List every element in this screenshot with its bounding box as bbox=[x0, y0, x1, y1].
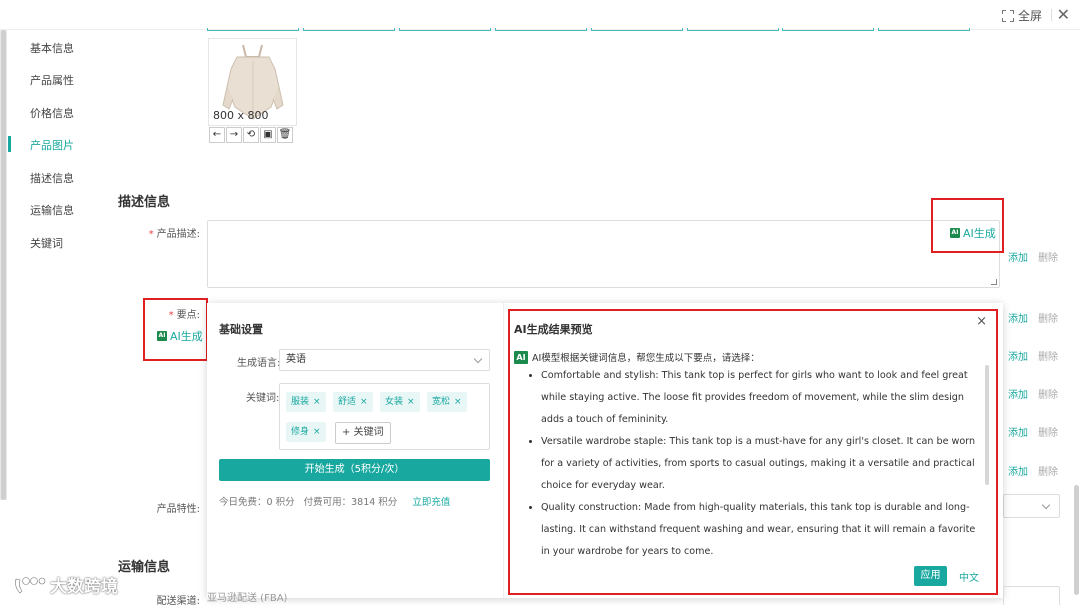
credits-info: 今日免费：0 积分 付费可用：3814 积分 立即充值 bbox=[219, 497, 451, 508]
keywords-label: 关键词: bbox=[246, 393, 280, 404]
row-actions: 添加 删除 bbox=[1008, 424, 1058, 439]
product-desc-label: * 产品描述: bbox=[148, 229, 200, 240]
image-size-label: 800 x 800 bbox=[213, 109, 269, 122]
keyword-tag[interactable]: 舒适 × bbox=[333, 392, 373, 412]
shipping-channel-label: 配送渠道: bbox=[156, 596, 200, 605]
arrow-right-icon[interactable]: → bbox=[226, 127, 242, 143]
add-link[interactable]: 添加 bbox=[1008, 348, 1028, 363]
add-keyword-button[interactable]: + 关键词 bbox=[335, 422, 391, 444]
trash-icon[interactable]: 🗑 bbox=[277, 127, 293, 143]
fullscreen-button[interactable]: 全屏 bbox=[1001, 7, 1042, 24]
shipping-select[interactable] bbox=[1003, 586, 1060, 605]
left-scrollbar-thumb[interactable] bbox=[1, 30, 6, 500]
close-icon[interactable]: ✕ bbox=[1057, 5, 1070, 24]
row-actions: 添加 删除 bbox=[1008, 386, 1058, 401]
tag-close-icon[interactable]: × bbox=[313, 397, 321, 407]
tag-close-icon[interactable]: × bbox=[407, 397, 415, 407]
highlight-box bbox=[931, 198, 1004, 253]
recharge-link[interactable]: 立即充值 bbox=[412, 497, 450, 508]
sidebar-item-description[interactable]: 描述信息 bbox=[30, 170, 74, 186]
add-link[interactable]: 添加 bbox=[1008, 310, 1028, 325]
delete-link[interactable]: 删除 bbox=[1038, 463, 1058, 478]
add-link[interactable]: 添加 bbox=[1008, 424, 1028, 439]
delete-link[interactable]: 删除 bbox=[1038, 386, 1058, 401]
resize-handle-icon[interactable] bbox=[991, 279, 997, 285]
keyword-tag[interactable]: 服装 × bbox=[286, 392, 326, 412]
language-label: 生成语言: bbox=[237, 358, 281, 369]
sidebar-active-indicator bbox=[8, 136, 11, 152]
sidebar-item-product-images[interactable]: 产品图片 bbox=[30, 137, 74, 153]
tag-close-icon[interactable]: × bbox=[313, 427, 321, 437]
add-link[interactable]: 添加 bbox=[1008, 463, 1028, 478]
image-icon[interactable]: ▣ bbox=[260, 127, 276, 143]
row-actions: 添加 删除 bbox=[1008, 310, 1058, 325]
language-select[interactable]: 英语 bbox=[279, 349, 490, 371]
fullscreen-label: 全屏 bbox=[1017, 9, 1042, 23]
shipping-channel-value[interactable]: 亚马逊配送 (FBA) bbox=[207, 586, 307, 605]
keyword-tag[interactable]: 女装 × bbox=[380, 392, 420, 412]
right-scrollbar-thumb[interactable] bbox=[1074, 485, 1079, 595]
watermark-logo-icon bbox=[15, 576, 46, 593]
product-feature-select[interactable] bbox=[1003, 494, 1060, 518]
keyword-tag[interactable]: 宽松 × bbox=[427, 392, 467, 412]
basic-settings-title: 基础设置 bbox=[219, 323, 263, 336]
highlight-box bbox=[508, 309, 998, 595]
delete-link[interactable]: 删除 bbox=[1038, 249, 1058, 264]
highlight-box bbox=[143, 298, 208, 361]
sidebar-item-keywords[interactable]: 关键词 bbox=[30, 235, 63, 251]
watermark: 大数跨境 bbox=[12, 572, 118, 597]
delete-link[interactable]: 删除 bbox=[1038, 348, 1058, 363]
top-bar: 全屏 ✕ bbox=[0, 0, 1080, 30]
delete-link[interactable]: 删除 bbox=[1038, 310, 1058, 325]
tag-close-icon[interactable]: × bbox=[454, 397, 462, 407]
divider bbox=[1051, 9, 1052, 21]
image-toolbar: ← → ⟲ ▣ 🗑 bbox=[209, 127, 293, 143]
keyword-tag[interactable]: 修身 × bbox=[286, 422, 326, 442]
rotate-icon[interactable]: ⟲ bbox=[243, 127, 259, 143]
tag-close-icon[interactable]: × bbox=[360, 397, 368, 407]
add-link[interactable]: 添加 bbox=[1008, 386, 1028, 401]
basic-settings-panel: 基础设置 生成语言: 英语 关键词: 服装 × 舒适 × 女装 × 宽松 × 修身 × +… bbox=[207, 303, 504, 598]
row-actions: 添加 删除 bbox=[1008, 249, 1058, 264]
image-thumbnail-strip bbox=[0, 28, 1080, 32]
fullscreen-icon bbox=[1001, 9, 1014, 22]
section-nav: 基本信息 产品属性 价格信息 产品图片 描述信息 运输信息 关键词 bbox=[8, 30, 105, 605]
chevron-down-icon bbox=[473, 354, 483, 364]
add-link[interactable]: 添加 bbox=[1008, 249, 1028, 264]
row-actions: 添加 删除 bbox=[1008, 463, 1058, 478]
row-actions: 添加 删除 bbox=[1008, 348, 1058, 363]
sidebar-item-shipping[interactable]: 运输信息 bbox=[30, 202, 74, 218]
sidebar-item-product-attributes[interactable]: 产品属性 bbox=[30, 72, 74, 88]
start-generate-button[interactable]: 开始生成（5积分/次） bbox=[219, 459, 490, 481]
arrow-left-icon[interactable]: ← bbox=[209, 127, 225, 143]
product-desc-textarea[interactable] bbox=[207, 220, 1000, 288]
description-section-title: 描述信息 bbox=[118, 195, 171, 210]
delete-link[interactable]: 删除 bbox=[1038, 424, 1058, 439]
keywords-input[interactable]: 服装 × 舒适 × 女装 × 宽松 × 修身 × + 关键词 bbox=[279, 383, 490, 450]
sidebar-item-basic-info[interactable]: 基本信息 bbox=[30, 40, 74, 56]
sidebar-item-price-info[interactable]: 价格信息 bbox=[30, 105, 74, 121]
shipping-section-title: 运输信息 bbox=[118, 560, 171, 575]
product-feature-label: 产品特性: bbox=[156, 504, 200, 515]
